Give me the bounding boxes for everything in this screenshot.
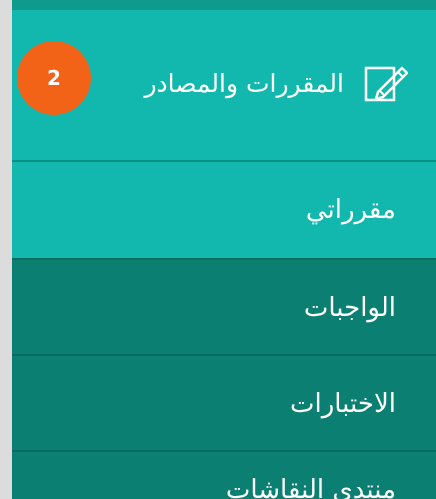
menu-item-assignments[interactable]: الواجبات [12, 258, 436, 354]
menu-item-my-courses[interactable]: مقرراتي [12, 162, 436, 258]
menu-item-discussion-forum[interactable]: منتدى النقاشات [12, 450, 436, 499]
edit-icon [362, 60, 409, 106]
sidebar-menu: المقررات والمصادر 2 مقرراتي الواجبات الا… [12, 0, 436, 499]
menu-top-edge [12, 0, 436, 10]
menu-item-exams[interactable]: الاختبارات [12, 354, 436, 450]
menu-section-label: المقررات والمصادر [144, 69, 344, 98]
page-left-strip [0, 0, 12, 499]
menu-section-courses-resources[interactable]: المقررات والمصادر 2 [12, 10, 436, 162]
notification-badge: 2 [17, 41, 91, 115]
